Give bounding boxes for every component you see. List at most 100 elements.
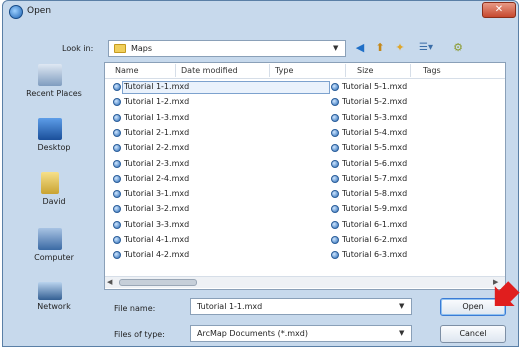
file-item[interactable]: Tutorial 5-5.mxd [331,143,501,154]
file-item[interactable]: Tutorial 1-3.mxd [113,113,328,124]
file-name: Tutorial 5-1.mxd [342,82,408,91]
file-name: Tutorial 1-2.mxd [124,97,190,107]
file-item[interactable]: Tutorial 6-3.mxd [331,250,501,261]
up-folder-icon[interactable]: ⬆ [372,40,388,57]
user-folder-icon [41,172,59,194]
place-computer[interactable]: Computer [8,226,100,270]
mxd-file-icon [331,98,339,107]
window-title: Open [27,6,52,16]
file-name-input[interactable]: Tutorial 1-1.mxd ▼ [190,298,412,315]
mxd-file-icon [113,190,121,199]
scroll-left-icon[interactable]: ◀ [107,278,112,286]
file-name: Tutorial 5-7.mxd [342,173,408,183]
file-item[interactable]: Tutorial 4-1.mxd [113,235,328,246]
file-list[interactable]: Name Date modified Type Size Tags Tutori… [104,62,506,290]
file-item[interactable]: Tutorial 5-8.mxd [331,189,501,200]
file-item[interactable]: Tutorial 1-2.mxd [113,97,328,108]
back-icon[interactable]: ◀ [352,40,368,57]
column-header-date-modified[interactable]: Date modified [181,66,238,75]
place-network[interactable]: Network [8,282,100,314]
places-bar: Recent Places Desktop David Computer Net… [8,62,100,311]
file-name: Tutorial 3-3.mxd [124,219,190,229]
file-type-select[interactable]: ArcMap Documents (*.mxd) ▼ [190,325,412,342]
column-divider[interactable] [269,64,270,77]
file-type-value: ArcMap Documents (*.mxd) [197,329,308,338]
scrollbar-thumb[interactable] [119,279,197,286]
file-item[interactable]: Tutorial 5-1.mxd [331,82,501,93]
chevron-down-icon: ▼ [399,329,405,337]
place-desktop[interactable]: Desktop [8,116,100,160]
column-header-type[interactable]: Type [275,66,293,75]
mxd-file-icon [331,190,339,199]
file-item[interactable]: Tutorial 4-2.mxd [113,250,328,261]
file-item[interactable]: Tutorial 5-4.mxd [331,128,501,139]
file-item[interactable]: Tutorial 5-9.mxd [331,204,501,215]
file-item[interactable]: Tutorial 5-3.mxd [331,113,501,124]
place-label: Network [37,302,71,311]
file-item[interactable]: Tutorial 5-6.mxd [331,159,501,170]
file-name-value: Tutorial 1-1.mxd [197,302,263,311]
file-item[interactable]: Tutorial 1-1.mxd [113,81,330,94]
tools-icon[interactable]: ⚙ [450,40,466,57]
mxd-file-icon [331,113,339,122]
file-item[interactable]: Tutorial 2-2.mxd [113,143,328,154]
mxd-file-icon [331,174,339,183]
desktop-icon [38,118,62,140]
mxd-file-icon [331,144,339,153]
file-name: Tutorial 4-2.mxd [124,250,190,260]
column-divider[interactable] [175,64,176,77]
app-globe-icon [9,5,23,19]
file-item[interactable]: Tutorial 6-1.mxd [331,220,501,231]
file-item[interactable]: Tutorial 3-2.mxd [113,204,328,215]
look-in-value: Maps [131,44,153,53]
file-name: Tutorial 5-3.mxd [342,112,408,122]
new-folder-icon[interactable]: ✦ [392,40,408,57]
views-icon[interactable]: ☰▾ [414,40,438,57]
file-name: Tutorial 5-4.mxd [342,127,408,137]
column-divider[interactable] [410,64,411,77]
cancel-button[interactable]: Cancel [440,325,506,343]
mxd-file-icon [113,236,121,244]
mxd-file-icon [113,159,121,168]
mxd-file-icon [331,220,339,229]
file-name-label: File name: [114,304,156,313]
mxd-file-icon [331,159,339,168]
folder-icon [114,44,126,53]
file-name: Tutorial 5-6.mxd [342,158,408,168]
place-label: Desktop [37,143,71,152]
chevron-down-icon[interactable]: ▼ [399,302,404,310]
file-name: Tutorial 1-1.mxd [124,82,190,91]
chevron-down-icon: ▼ [333,44,339,52]
column-header-tags[interactable]: Tags [423,66,441,75]
file-item[interactable]: Tutorial 3-1.mxd [113,189,328,200]
mxd-file-icon [113,220,121,229]
look-in-dropdown[interactable]: Maps ▼ [108,40,346,57]
mxd-file-icon [113,83,121,91]
place-label: Recent Places [26,89,82,98]
file-item[interactable]: Tutorial 5-2.mxd [331,97,501,108]
file-name: Tutorial 2-2.mxd [124,143,190,153]
file-item[interactable]: Tutorial 2-4.mxd [113,174,328,185]
file-name: Tutorial 4-1.mxd [124,235,190,244]
file-item[interactable]: Tutorial 2-3.mxd [113,159,328,170]
place-recent-places[interactable]: Recent Places [8,62,100,106]
mxd-file-icon [331,128,339,137]
place-david[interactable]: David [8,170,100,214]
close-button[interactable]: ✕ [482,2,516,18]
file-name: Tutorial 5-9.mxd [342,204,408,214]
file-item[interactable]: Tutorial 5-7.mxd [331,174,501,185]
title-bar: Open ✕ [3,1,518,23]
file-name: Tutorial 2-4.mxd [124,173,190,183]
column-header-size[interactable]: Size [357,66,373,75]
file-type-label: Files of type: [114,330,165,339]
file-name: Tutorial 6-3.mxd [342,250,408,260]
horizontal-scrollbar[interactable]: ◀ ▶ [105,276,505,288]
file-item[interactable]: Tutorial 2-1.mxd [113,128,328,139]
look-in-label: Look in: [62,44,94,53]
mxd-file-icon [331,251,339,260]
column-header-name[interactable]: Name [115,66,139,75]
file-name: Tutorial 5-8.mxd [342,189,408,199]
file-item[interactable]: Tutorial 6-2.mxd [331,235,501,246]
column-divider[interactable] [345,64,346,77]
file-item[interactable]: Tutorial 3-3.mxd [113,220,328,231]
